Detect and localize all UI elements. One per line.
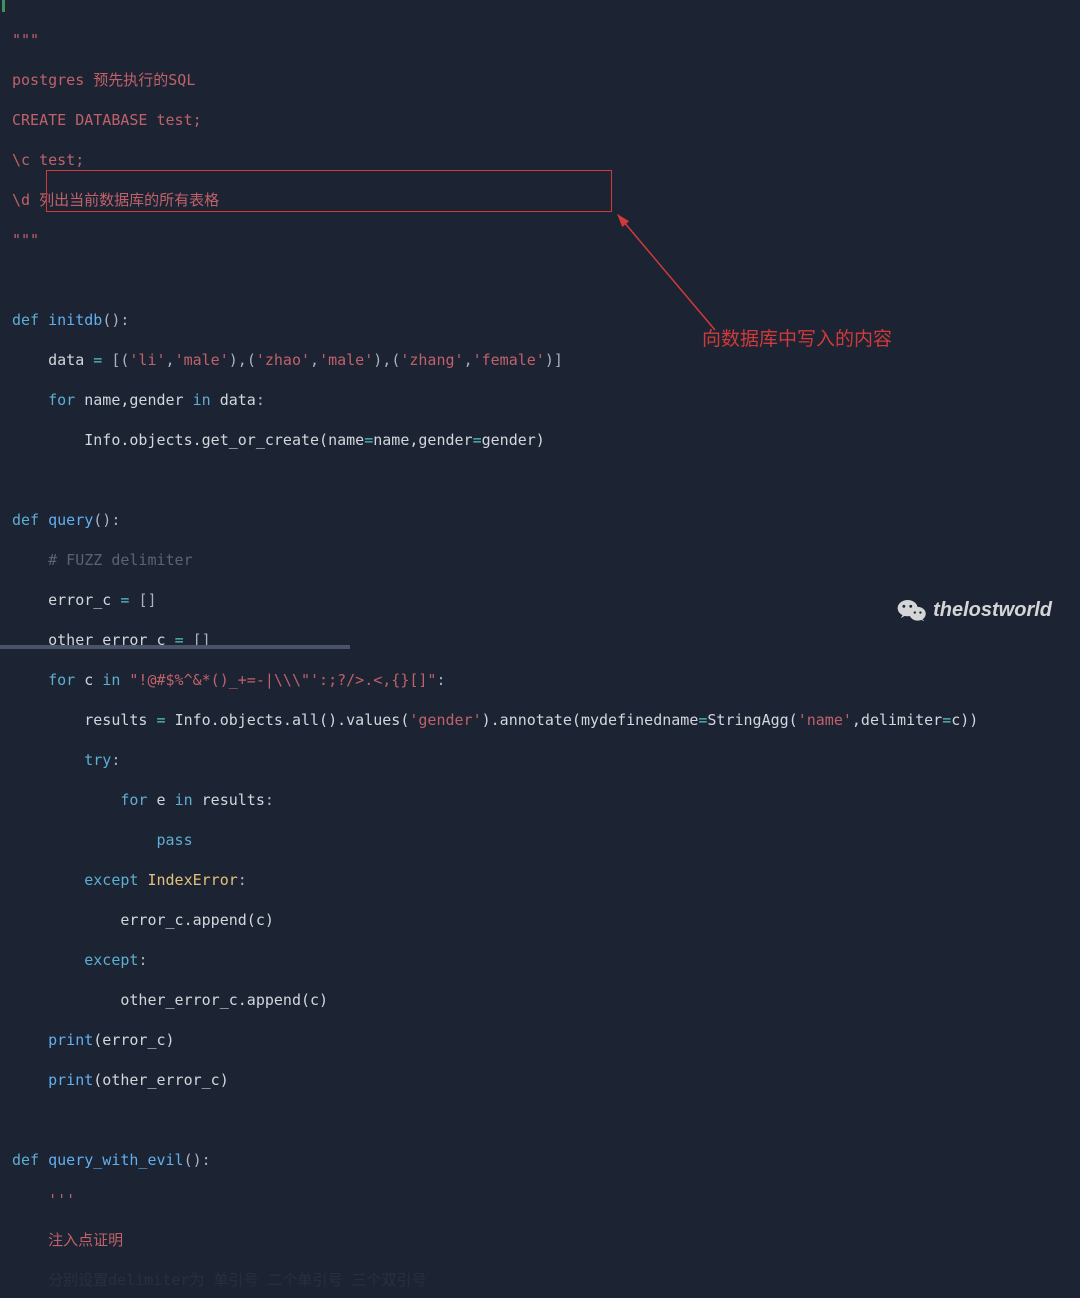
- colon: :: [111, 751, 120, 769]
- var: error_c: [48, 591, 120, 609]
- kw-except: except: [84, 951, 138, 969]
- op-eq: =: [473, 431, 482, 449]
- code-block: """ postgres 预先执行的SQL CREATE DATABASE te…: [0, 0, 1080, 649]
- colon: :: [265, 791, 274, 809]
- var-data: data: [220, 391, 256, 409]
- scrollbar-track: [0, 645, 350, 649]
- kw-for: for: [48, 671, 84, 689]
- args: name,gender: [373, 431, 472, 449]
- str: 'male': [319, 351, 373, 369]
- kw-except: except: [84, 871, 147, 889]
- br: (: [391, 351, 400, 369]
- op-eq: =: [942, 711, 951, 729]
- op-eq: =: [698, 711, 707, 729]
- call-append: error_c.append(c): [120, 911, 274, 929]
- var-c: c: [84, 671, 102, 689]
- watermark: thelostworld: [897, 595, 1052, 625]
- br: ): [229, 351, 238, 369]
- kw-in: in: [102, 671, 129, 689]
- docstring-close: """: [12, 231, 39, 249]
- comma: ,: [382, 351, 391, 369]
- docstring-line: \c test;: [12, 151, 84, 169]
- args: (error_c): [93, 1031, 174, 1049]
- kw-def: def: [12, 311, 48, 329]
- br: ): [545, 351, 554, 369]
- call: Info.objects.all().values(: [175, 711, 410, 729]
- watermark-text: thelostworld: [933, 600, 1052, 620]
- fuzz-string: "!@#$%^&*()_+=-|\\\"':;?/>.<,{}[]": [129, 671, 436, 689]
- call: ).annotate(mydefinedname: [482, 711, 699, 729]
- comma: ,: [238, 351, 247, 369]
- empty-list: []: [138, 591, 156, 609]
- kw-try: try: [84, 751, 111, 769]
- iter-vars: name,gender: [84, 391, 192, 409]
- str: 'li': [129, 351, 165, 369]
- call: Info.objects.get_or_create(name: [84, 431, 364, 449]
- exc-IndexError: IndexError: [147, 871, 237, 889]
- kw-for: for: [120, 791, 156, 809]
- docstring-line: postgres 预先执行的SQL: [12, 71, 195, 89]
- wechat-icon: [897, 595, 927, 625]
- annotation-label: 向数据库中写入的内容: [702, 330, 892, 350]
- op-eq: =: [364, 431, 373, 449]
- str: 'gender': [409, 711, 481, 729]
- args: (other_error_c): [93, 1071, 228, 1089]
- br: ]: [554, 351, 563, 369]
- var-results: results: [202, 791, 265, 809]
- docstring-open: ''': [48, 1191, 75, 1209]
- var-e: e: [157, 791, 175, 809]
- docstring-line: 注入点证明: [48, 1231, 123, 1249]
- colon: :: [256, 391, 265, 409]
- colon: :: [238, 871, 247, 889]
- kw-def: def: [12, 1151, 48, 1169]
- op-eq: =: [93, 351, 111, 369]
- op-eq: =: [120, 591, 138, 609]
- colon: :: [436, 671, 445, 689]
- comma: ,: [464, 351, 473, 369]
- kw-in: in: [175, 791, 202, 809]
- br: (: [247, 351, 256, 369]
- docstring-open: """: [12, 31, 39, 49]
- op-eq: =: [157, 711, 175, 729]
- args: gender): [482, 431, 545, 449]
- kw-for: for: [48, 391, 84, 409]
- fn-print: print: [48, 1031, 93, 1049]
- call: c)): [951, 711, 978, 729]
- sig: ():: [184, 1151, 211, 1169]
- comma: ,: [166, 351, 175, 369]
- comment: # FUZZ delimiter: [48, 551, 193, 569]
- docstring-line: CREATE DATABASE test;: [12, 111, 202, 129]
- comma: ,: [310, 351, 319, 369]
- str: 'male': [175, 351, 229, 369]
- call: ,delimiter: [852, 711, 942, 729]
- fn-print: print: [48, 1071, 93, 1089]
- str: 'zhao': [256, 351, 310, 369]
- var-results: results: [84, 711, 156, 729]
- fn-initdb: initdb: [48, 311, 102, 329]
- kw-pass: pass: [157, 831, 193, 849]
- kw-def: def: [12, 511, 48, 529]
- sig: ():: [93, 511, 120, 529]
- br: ): [373, 351, 382, 369]
- var-data: data: [48, 351, 93, 369]
- docstring-line-dim: 分别设置delimiter为 单引号 二个单引号 三个双引号: [48, 1271, 426, 1289]
- fn-query: query: [48, 511, 93, 529]
- sig: ():: [102, 311, 129, 329]
- fn-query-with-evil: query_with_evil: [48, 1151, 183, 1169]
- str: 'name': [798, 711, 852, 729]
- colon: :: [138, 951, 147, 969]
- call: StringAgg(: [707, 711, 797, 729]
- str: 'zhang': [400, 351, 463, 369]
- docstring-line: \d 列出当前数据库的所有表格: [12, 191, 219, 209]
- call-append: other_error_c.append(c): [120, 991, 328, 1009]
- str: 'female': [473, 351, 545, 369]
- kw-in: in: [193, 391, 220, 409]
